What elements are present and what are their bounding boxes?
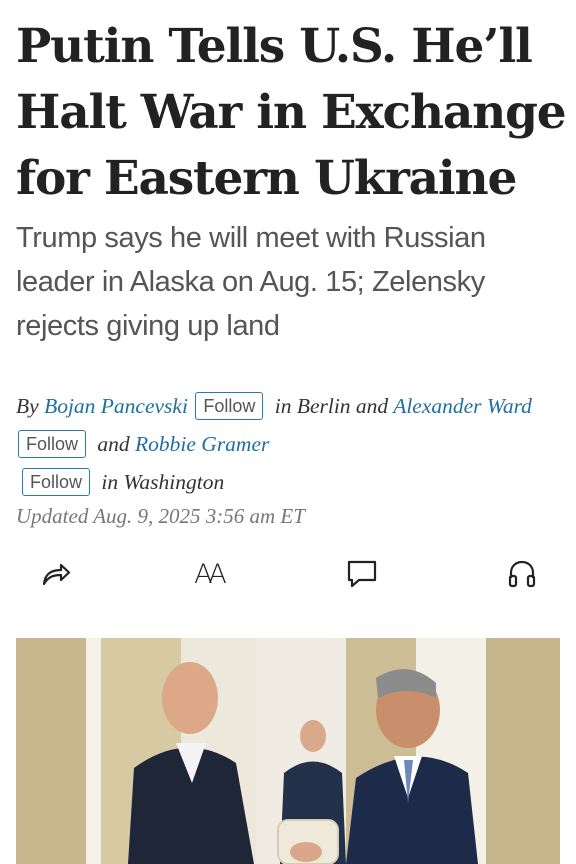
byline-location-1: in Berlin and	[274, 394, 389, 418]
comment-bubble-icon	[347, 560, 377, 588]
author-link-2[interactable]: Alexander Ward	[393, 394, 532, 418]
text-size-button[interactable]: AA	[184, 550, 232, 598]
byline: By Bojan Pancevski Follow in Berlin and …	[16, 387, 536, 501]
byline-by: By	[16, 394, 39, 418]
follow-author-2-button[interactable]: Follow	[18, 430, 87, 458]
article-photo-image	[16, 638, 560, 864]
article-dek: Trump says he will meet with Russian lea…	[16, 222, 486, 342]
article-photo[interactable]	[16, 638, 560, 864]
byline-location-2: in Washington	[101, 470, 225, 494]
article-toolbar: AA	[0, 550, 576, 600]
follow-author-3-button[interactable]: Follow	[22, 468, 91, 496]
headphones-icon	[508, 560, 536, 588]
byline-connector: and	[97, 432, 130, 456]
share-button[interactable]	[30, 550, 78, 598]
comments-button[interactable]	[338, 550, 386, 598]
listen-button[interactable]	[498, 550, 546, 598]
article-headline: Putin Tells U.S. He’ll Halt War in Excha…	[16, 19, 567, 206]
follow-author-1-button[interactable]: Follow	[195, 392, 264, 420]
author-link-1[interactable]: Bojan Pancevski	[44, 394, 188, 418]
share-arrow-icon	[42, 563, 71, 586]
updated-timestamp: Updated Aug. 9, 2025 3:56 am ET	[16, 504, 305, 528]
author-link-3[interactable]: Robbie Gramer	[135, 432, 269, 456]
text-size-icon: AA	[194, 558, 227, 590]
